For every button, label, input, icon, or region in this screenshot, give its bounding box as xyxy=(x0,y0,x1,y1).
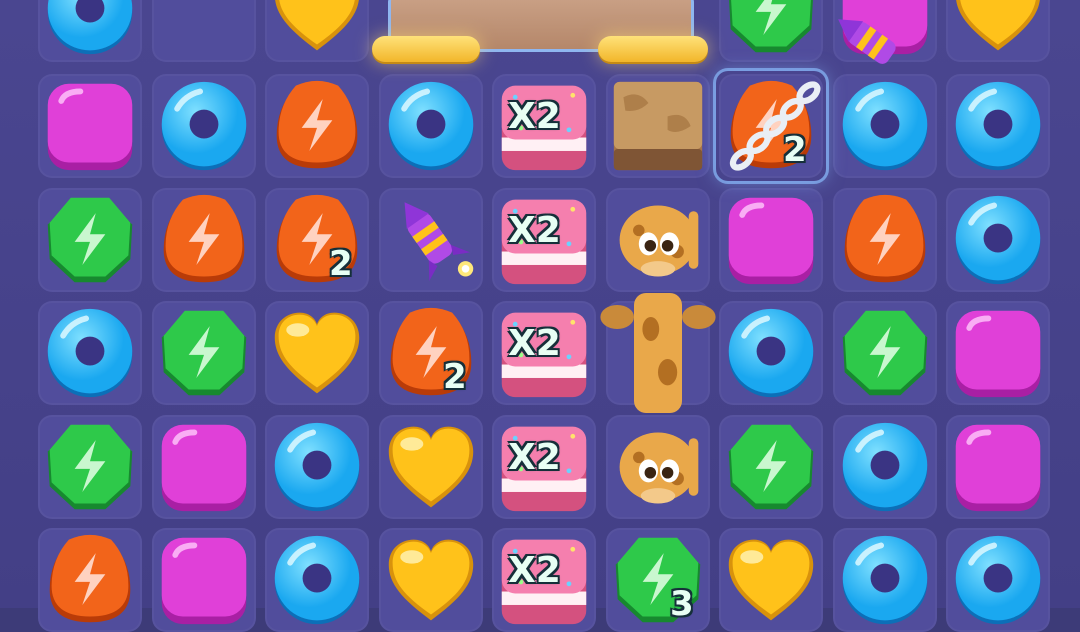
rocket-booster[interactable] xyxy=(830,0,920,90)
blue-donut-candy[interactable] xyxy=(950,532,1046,628)
orange-bolt-candy[interactable] xyxy=(42,532,138,628)
blue-donut-candy[interactable] xyxy=(837,532,933,628)
cake-multiplier-label: X2 xyxy=(508,437,561,478)
giraffe-neck[interactable] xyxy=(598,293,718,413)
layer-count-badge: 3 xyxy=(670,584,694,624)
green-bolt-candy[interactable] xyxy=(723,0,819,58)
yellow-heart-candy[interactable] xyxy=(723,532,819,628)
layer-count-badge: 2 xyxy=(443,357,467,397)
yellow-heart-candy[interactable] xyxy=(950,0,1046,58)
chute-gate xyxy=(372,36,480,62)
blue-donut-candy[interactable] xyxy=(837,419,933,515)
green-bolt-candy[interactable] xyxy=(156,305,252,401)
pink-square-candy[interactable] xyxy=(723,192,819,288)
orange-bolt-candy[interactable] xyxy=(269,78,365,174)
cake-multiplier-label: X2 xyxy=(508,550,561,591)
green-bolt-candy[interactable] xyxy=(42,419,138,515)
blue-donut-candy[interactable] xyxy=(42,305,138,401)
cake-multiplier-label: X2 xyxy=(508,96,561,137)
blue-donut-candy[interactable] xyxy=(723,305,819,401)
pink-square-candy[interactable] xyxy=(42,78,138,174)
pink-square-candy[interactable] xyxy=(950,419,1046,515)
board-cell xyxy=(152,0,256,62)
orange-bolt-candy[interactable] xyxy=(156,192,252,288)
blue-donut-candy[interactable] xyxy=(950,78,1046,174)
giraffe-head[interactable] xyxy=(610,192,706,288)
chute-gate xyxy=(598,36,708,62)
rocket-booster[interactable] xyxy=(383,192,479,288)
blue-donut-candy[interactable] xyxy=(269,532,365,628)
yellow-heart-candy[interactable] xyxy=(269,305,365,401)
chain-icon xyxy=(719,74,823,178)
blue-donut-candy[interactable] xyxy=(42,0,138,58)
pink-square-candy[interactable] xyxy=(156,532,252,628)
blue-donut-candy[interactable] xyxy=(950,192,1046,288)
pink-square-candy[interactable] xyxy=(156,419,252,515)
yellow-heart-candy[interactable] xyxy=(383,532,479,628)
blue-donut-candy[interactable] xyxy=(383,78,479,174)
blue-donut-candy[interactable] xyxy=(156,78,252,174)
layer-count-badge: 2 xyxy=(329,244,353,284)
giraffe-head[interactable] xyxy=(610,419,706,515)
green-bolt-candy[interactable] xyxy=(837,305,933,401)
orange-bolt-candy[interactable] xyxy=(837,192,933,288)
yellow-heart-candy[interactable] xyxy=(269,0,365,58)
wooden-crate-blocker[interactable] xyxy=(610,78,706,174)
game-board: X2 2 2 X2 2 X2 X2 X2 3 xyxy=(0,0,1080,632)
green-bolt-candy[interactable] xyxy=(42,192,138,288)
pink-square-candy[interactable] xyxy=(950,305,1046,401)
green-bolt-candy[interactable] xyxy=(723,419,819,515)
blue-donut-candy[interactable] xyxy=(837,78,933,174)
blue-donut-candy[interactable] xyxy=(269,419,365,515)
yellow-heart-candy[interactable] xyxy=(383,419,479,515)
cake-multiplier-label: X2 xyxy=(508,323,561,364)
cake-multiplier-label: X2 xyxy=(508,210,561,251)
layer-count-badge: 2 xyxy=(783,130,807,170)
